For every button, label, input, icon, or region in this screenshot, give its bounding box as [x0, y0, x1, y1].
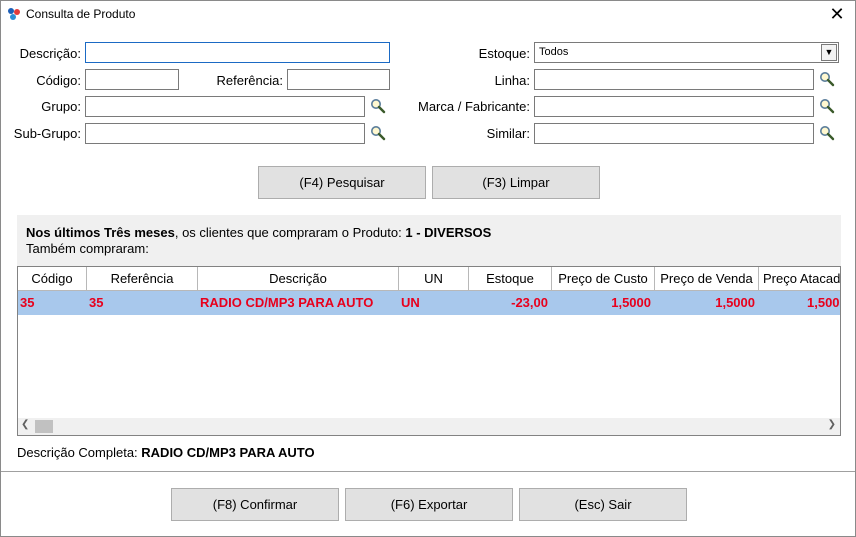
- estoque-select[interactable]: Todos ▼: [534, 42, 839, 63]
- magnifier-icon[interactable]: [819, 98, 835, 114]
- codigo-label: Código:: [36, 73, 81, 88]
- column-header-descricao[interactable]: Descrição: [198, 267, 399, 291]
- app-icon: [8, 8, 20, 20]
- also-bought-label: Também compraram:: [26, 241, 149, 256]
- descricao-input[interactable]: [85, 42, 390, 63]
- grid-header: Código Referência Descrição UN Estoque P…: [18, 267, 840, 291]
- scroll-thumb[interactable]: [35, 420, 53, 433]
- column-header-referencia[interactable]: Referência: [87, 267, 198, 291]
- sair-button[interactable]: (Esc) Sair: [519, 488, 687, 521]
- cell-atacado: 1,5000: [807, 295, 840, 310]
- full-description: Descrição Completa: RADIO CD/MP3 PARA AU…: [17, 445, 315, 460]
- referencia-input[interactable]: [287, 69, 390, 90]
- scroll-left-icon[interactable]: ❮: [21, 419, 29, 430]
- panel-middle-text: , os clientes que compraram o Produto:: [174, 225, 406, 240]
- linha-label: Linha:: [494, 73, 530, 88]
- cell-codigo: 35: [20, 295, 35, 310]
- exportar-button[interactable]: (F6) Exportar: [345, 488, 513, 521]
- limpar-button[interactable]: (F3) Limpar: [432, 166, 600, 199]
- magnifier-icon[interactable]: [370, 98, 386, 114]
- marca-label: Marca / Fabricante:: [418, 99, 530, 114]
- full-description-label: Descrição Completa:: [17, 445, 138, 460]
- cell-venda: 1,5000: [715, 295, 755, 310]
- grupo-label: Grupo:: [41, 99, 81, 114]
- column-header-custo[interactable]: Preço de Custo: [552, 267, 655, 291]
- pesquisar-button[interactable]: (F4) Pesquisar: [258, 166, 426, 199]
- similar-input[interactable]: [534, 123, 814, 144]
- subgrupo-input[interactable]: [85, 123, 365, 144]
- scroll-right-icon[interactable]: ❯: [828, 419, 836, 430]
- cell-referencia: 35: [89, 295, 104, 310]
- horizontal-scrollbar[interactable]: ❮ ❯: [18, 418, 840, 435]
- magnifier-icon[interactable]: [819, 71, 835, 87]
- column-header-un[interactable]: UN: [399, 267, 469, 291]
- magnifier-icon[interactable]: [819, 125, 835, 141]
- column-header-venda[interactable]: Preço de Venda: [655, 267, 759, 291]
- divider: [1, 471, 855, 472]
- linha-input[interactable]: [534, 69, 814, 90]
- descricao-label: Descrição:: [19, 46, 81, 61]
- similar-label: Similar:: [486, 126, 530, 141]
- table-row[interactable]: 35 35 RADIO CD/MP3 PARA AUTO UN -23,00 1…: [18, 291, 840, 315]
- grupo-input[interactable]: [85, 96, 365, 117]
- period-text: Nos últimos Três meses: [26, 225, 175, 240]
- column-header-codigo[interactable]: Código: [18, 267, 87, 291]
- cell-estoque: -23,00: [511, 295, 548, 310]
- full-description-value: RADIO CD/MP3 PARA AUTO: [141, 445, 315, 460]
- confirmar-button[interactable]: (F8) Confirmar: [171, 488, 339, 521]
- close-icon[interactable]: ✕: [827, 3, 847, 25]
- cell-un: UN: [401, 295, 420, 310]
- estoque-value: Todos: [539, 46, 569, 58]
- column-header-atacado[interactable]: Preço Atacado: [759, 267, 840, 291]
- subgrupo-label: Sub-Grupo:: [13, 126, 81, 141]
- title-bar: Consulta de Produto ✕: [1, 1, 855, 29]
- estoque-label: Estoque:: [478, 46, 530, 61]
- magnifier-icon[interactable]: [370, 125, 386, 141]
- referencia-label: Referência:: [216, 73, 283, 88]
- window-title: Consulta de Produto: [26, 7, 136, 21]
- codigo-input[interactable]: [85, 69, 179, 90]
- cell-descricao: RADIO CD/MP3 PARA AUTO: [200, 295, 374, 310]
- chevron-down-icon[interactable]: ▼: [821, 44, 837, 61]
- product-text: 1 - DIVERSOS: [405, 225, 492, 240]
- cell-custo: 1,5000: [611, 295, 651, 310]
- window: Consulta de Produto ✕ Descrição: Código:…: [0, 0, 856, 537]
- marca-input[interactable]: [534, 96, 814, 117]
- also-bought-panel: Nos últimos Três meses, os clientes que …: [17, 215, 841, 266]
- panel-info-text: Nos últimos Três meses, os clientes que …: [26, 225, 491, 240]
- column-header-estoque[interactable]: Estoque: [469, 267, 552, 291]
- products-grid[interactable]: Código Referência Descrição UN Estoque P…: [17, 266, 841, 436]
